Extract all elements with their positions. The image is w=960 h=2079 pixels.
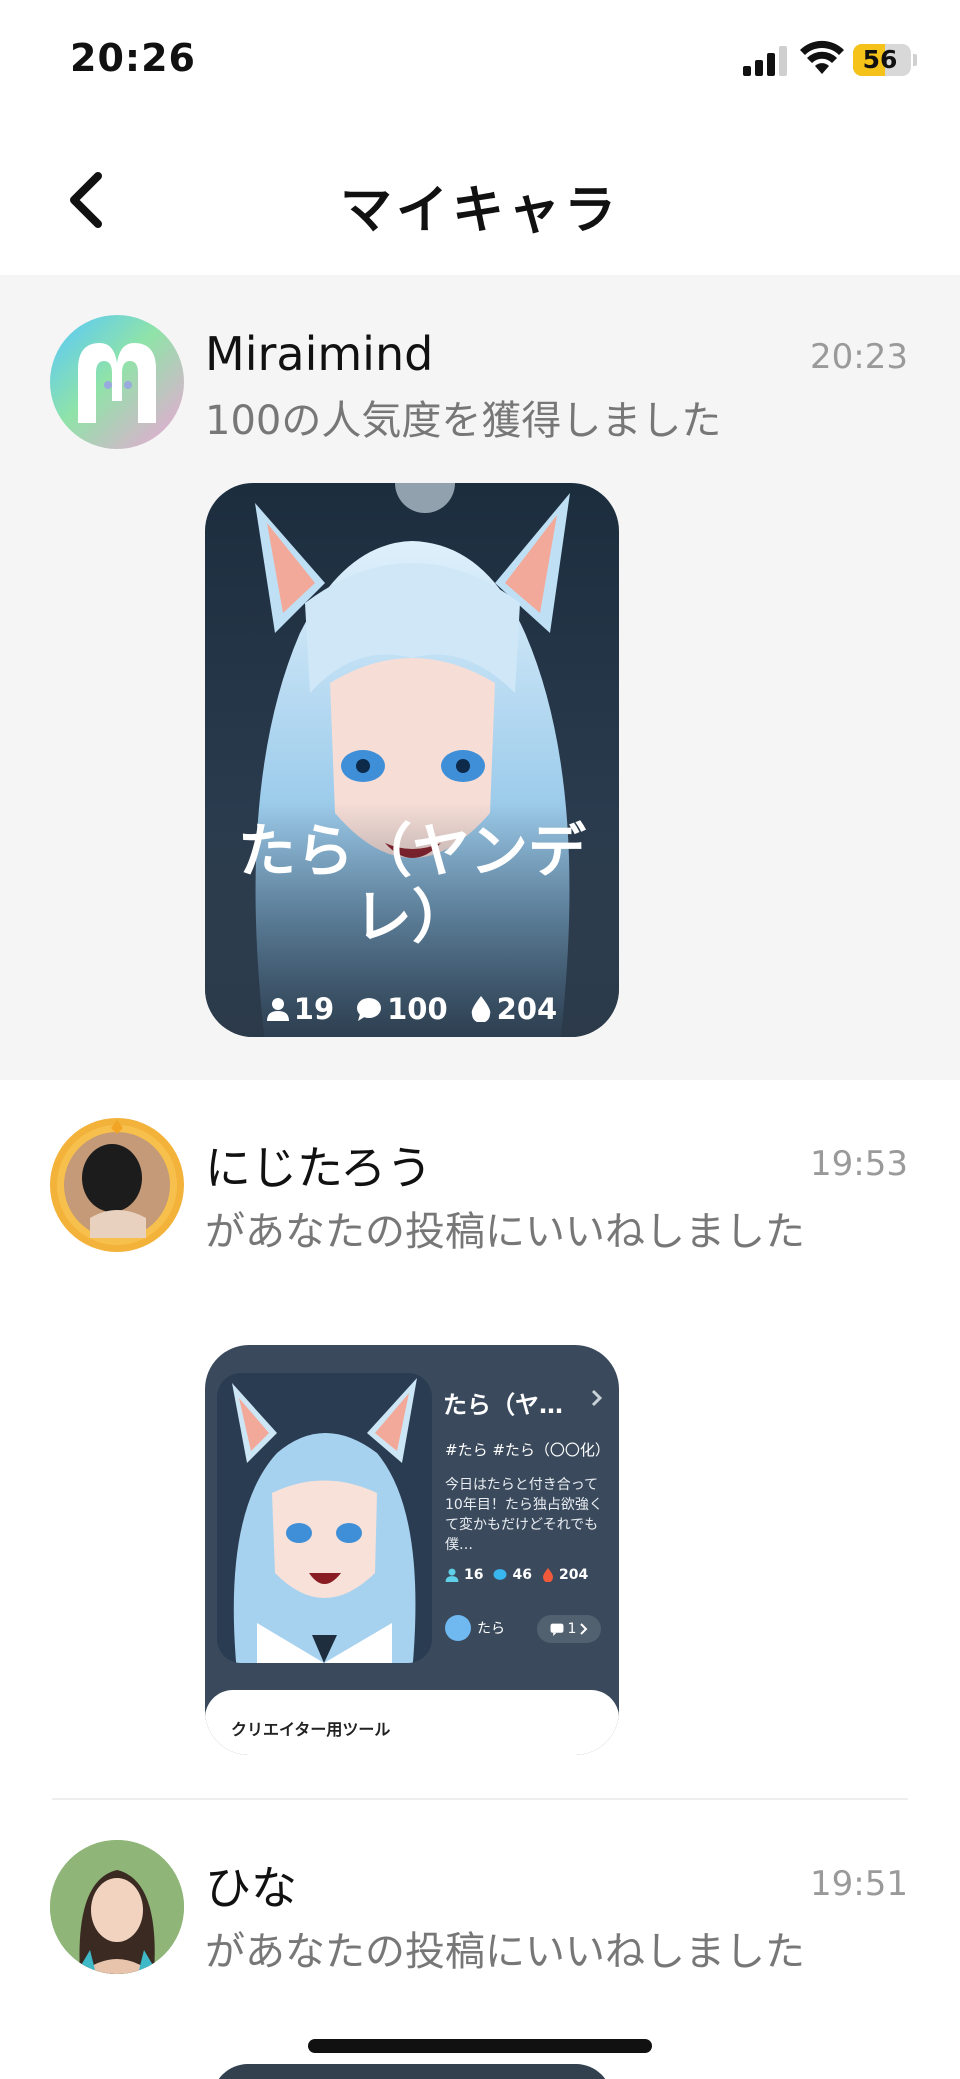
comment-icon (550, 1623, 563, 1636)
post-author: たら (445, 1615, 505, 1641)
navigation-header: マイキャラ (0, 120, 960, 275)
status-bar: 20:26 56 (0, 0, 960, 120)
avatar-nijitarou[interactable] (50, 1118, 184, 1252)
notification-message: があなたの投稿にいいねしました (205, 1929, 805, 1975)
notification-user-name: Miraimind (205, 327, 434, 381)
stat-chats: 100 (356, 992, 448, 1026)
battery-icon: 56 (853, 44, 911, 76)
stat-likes-value: 204 (496, 992, 558, 1026)
post-stat-likes-value: 204 (558, 1567, 589, 1583)
next-post-card-peek (212, 2064, 612, 2079)
creator-tools-label: クリエイター用ツール (231, 1720, 391, 1739)
post-description: 今日はたらと付き合って10年目！たら独占欲強くて変かもだけどそれでも僕… (445, 1477, 603, 1553)
character-card[interactable]: たら（ヤンデレ） 19 100 204 (205, 483, 619, 1037)
user-icon (266, 998, 289, 1021)
notification-user-name: にじたろう (205, 1141, 433, 1195)
page-title: マイキャラ (339, 181, 620, 241)
character-name: たら（ヤンデレ） (237, 817, 586, 951)
avatar-hina[interactable] (50, 1840, 184, 1974)
post-character-image (217, 1373, 432, 1663)
post-comment-count: 1 (537, 1615, 601, 1643)
post-thumbnail (217, 1373, 432, 1663)
character-art-image (205, 483, 619, 1037)
notification-message: があなたの投稿にいいねしました (205, 1209, 805, 1255)
post-stat-chats: 46 (493, 1567, 532, 1583)
post-stats: 16 46 204 (445, 1567, 588, 1583)
post-stat-users-value: 16 (464, 1567, 484, 1583)
notification-message: 100の人気度を獲得しました (205, 398, 722, 444)
notification-item-hina[interactable]: ひな 19:51 があなたの投稿にいいねしました (0, 1800, 960, 2079)
notification-item-miraimind[interactable]: Miraimind 20:23 100の人気度を獲得しました たら（ヤンデレ） … (0, 275, 960, 1080)
character-stats: 19 100 204 (205, 991, 619, 1027)
user-icon (445, 1568, 459, 1582)
chevron-right-icon (580, 1623, 588, 1635)
post-author-name: たら (477, 1621, 505, 1637)
chat-bubble-icon (357, 998, 382, 1021)
chat-bubble-icon (494, 1569, 507, 1580)
stat-chats-value: 100 (387, 992, 448, 1026)
user-avatar-image (57, 1120, 177, 1245)
notification-user-name: ひな (205, 1861, 297, 1915)
post-comment-value: 1 (567, 1621, 577, 1637)
post-author-avatar (445, 1615, 471, 1641)
stat-likes: 204 (470, 992, 558, 1026)
stat-users: 19 (266, 992, 335, 1026)
post-title: たら（ヤ… (443, 1391, 563, 1419)
wifi-icon (800, 40, 844, 74)
home-indicator (308, 2039, 652, 2053)
post-tags: #たら #たら（〇〇化） (445, 1441, 610, 1459)
battery-level: 56 (862, 45, 898, 74)
notification-time: 19:51 (810, 1864, 908, 1904)
battery-cap (913, 54, 917, 66)
drop-icon (542, 1568, 553, 1582)
user-avatar-image (50, 1840, 184, 1974)
cellular-signal-icon (743, 46, 789, 76)
post-stat-chats-value: 46 (512, 1567, 532, 1583)
drop-icon (471, 996, 490, 1022)
miraimind-logo-icon (78, 343, 156, 423)
notification-item-nijitarou[interactable]: にじたろう 19:53 があなたの投稿にいいねしました たら（ヤ… #たら #た… (0, 1080, 960, 1800)
stat-users-value: 19 (293, 992, 335, 1026)
creator-tools-panel: クリエイター用ツール (205, 1690, 619, 1755)
chevron-right-icon (591, 1389, 603, 1407)
status-time: 20:26 (70, 36, 196, 80)
notification-time: 19:53 (810, 1144, 908, 1184)
post-stat-likes: 204 (542, 1567, 588, 1583)
post-stat-users: 16 (445, 1567, 483, 1583)
notification-time: 20:23 (810, 337, 908, 377)
liked-post-card[interactable]: たら（ヤ… #たら #たら（〇〇化） 今日はたらと付き合って10年目！たら独占欲… (205, 1345, 619, 1755)
avatar-miraimind[interactable] (50, 315, 184, 449)
